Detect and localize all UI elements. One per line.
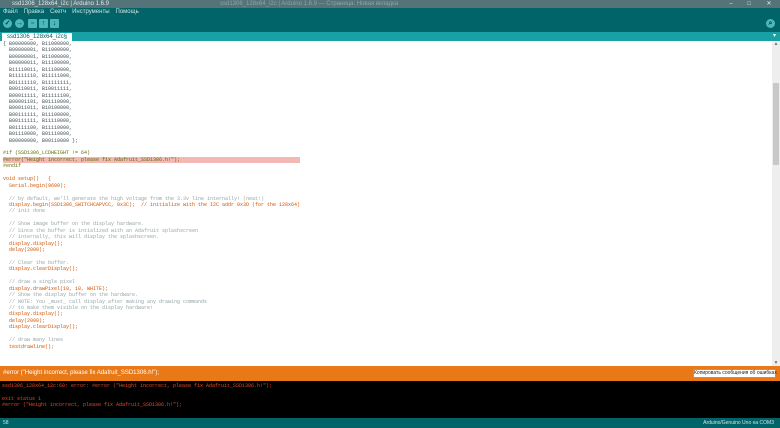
minimize-button[interactable]: – <box>722 0 740 8</box>
console-output[interactable]: ssd1306_128x64_i2c:60: error: #error ("H… <box>0 381 780 418</box>
code-line[interactable]: display.begin(SSD1306_SWITCHCAPVCC, 0x3C… <box>3 202 300 208</box>
menu-file[interactable]: Файл <box>3 9 18 15</box>
menu-edit[interactable]: Правка <box>24 9 44 15</box>
tab-bar: ssd1306_128x64_i2c§ ▾ <box>0 32 780 41</box>
code-editor[interactable]: { B00000000, B11000000, B00000001, B1100… <box>0 41 772 366</box>
menu-sketch[interactable]: Скетч <box>50 9 66 15</box>
board-port: Arduino/Genuino Uno на COM3 <box>703 420 774 426</box>
scroll-up-icon[interactable]: ▲ <box>772 41 780 47</box>
scrollbar-thumb[interactable] <box>773 83 779 165</box>
code-text[interactable]: { B00000000, B11000000, B00000001, B1100… <box>3 41 301 350</box>
open-button[interactable]: ↑ <box>39 19 48 28</box>
vertical-scrollbar[interactable]: ▲ ▼ <box>772 41 780 366</box>
new-file-icon: ▫ <box>31 20 34 27</box>
bottom-status-bar: 58 Arduino/Genuino Uno на COM3 <box>0 418 780 428</box>
new-button[interactable]: ▫ <box>28 19 37 28</box>
menu-tools[interactable]: Инструменты <box>72 9 109 15</box>
console-line: ssd1306_128x64_i2c:60: error: #error ("H… <box>2 383 273 389</box>
close-button[interactable]: ✕ <box>760 0 778 8</box>
window-title-ghost: ssd1306_128x64_i2c | Arduino 1.6.9 — Стр… <box>220 1 399 7</box>
code-line[interactable]: // by default, we'll generate the high v… <box>3 196 300 202</box>
console-text: ssd1306_128x64_i2c:60: error: #error ("H… <box>2 383 272 409</box>
tab-menu-arrow-icon[interactable]: ▾ <box>773 32 776 41</box>
status-message: #error ("Height incorrect, please fix Ad… <box>3 370 159 376</box>
upload-button[interactable]: → <box>15 19 24 28</box>
serial-monitor-button[interactable]: ⌕ <box>766 19 775 28</box>
console-line: #error ("Height incorrect, please fix Ad… <box>2 402 183 409</box>
arrow-right-icon: → <box>16 20 23 27</box>
title-bar: ssd1306_128x64_i2c | Arduino 1.6.9 ssd13… <box>0 0 780 8</box>
check-icon: ✓ <box>4 20 11 27</box>
tab-sketch[interactable]: ssd1306_128x64_i2c§ <box>2 33 73 41</box>
menu-help[interactable]: Помощь <box>116 9 139 15</box>
magnifier-icon: ⌕ <box>768 20 773 27</box>
code-line[interactable]: testdrawline(); <box>3 344 300 350</box>
verify-button[interactable]: ✓ <box>3 19 12 28</box>
copy-errors-button[interactable]: Копировать сообщения об ошибках <box>693 369 777 378</box>
menu-bar: Файл Правка Скетч Инструменты Помощь <box>0 8 780 17</box>
arrow-up-icon: ↑ <box>41 20 46 27</box>
error-status-bar: #error ("Height incorrect, please fix Ad… <box>0 366 780 381</box>
toolbar: ✓ → ▫ ↑ ↓ ⌕ <box>0 17 780 32</box>
save-button[interactable]: ↓ <box>50 19 59 28</box>
line-number: 58 <box>3 420 9 426</box>
maximize-button[interactable]: □ <box>740 0 758 8</box>
window-title: ssd1306_128x64_i2c | Arduino 1.6.9 <box>12 1 109 7</box>
arrow-down-icon: ↓ <box>52 20 57 27</box>
